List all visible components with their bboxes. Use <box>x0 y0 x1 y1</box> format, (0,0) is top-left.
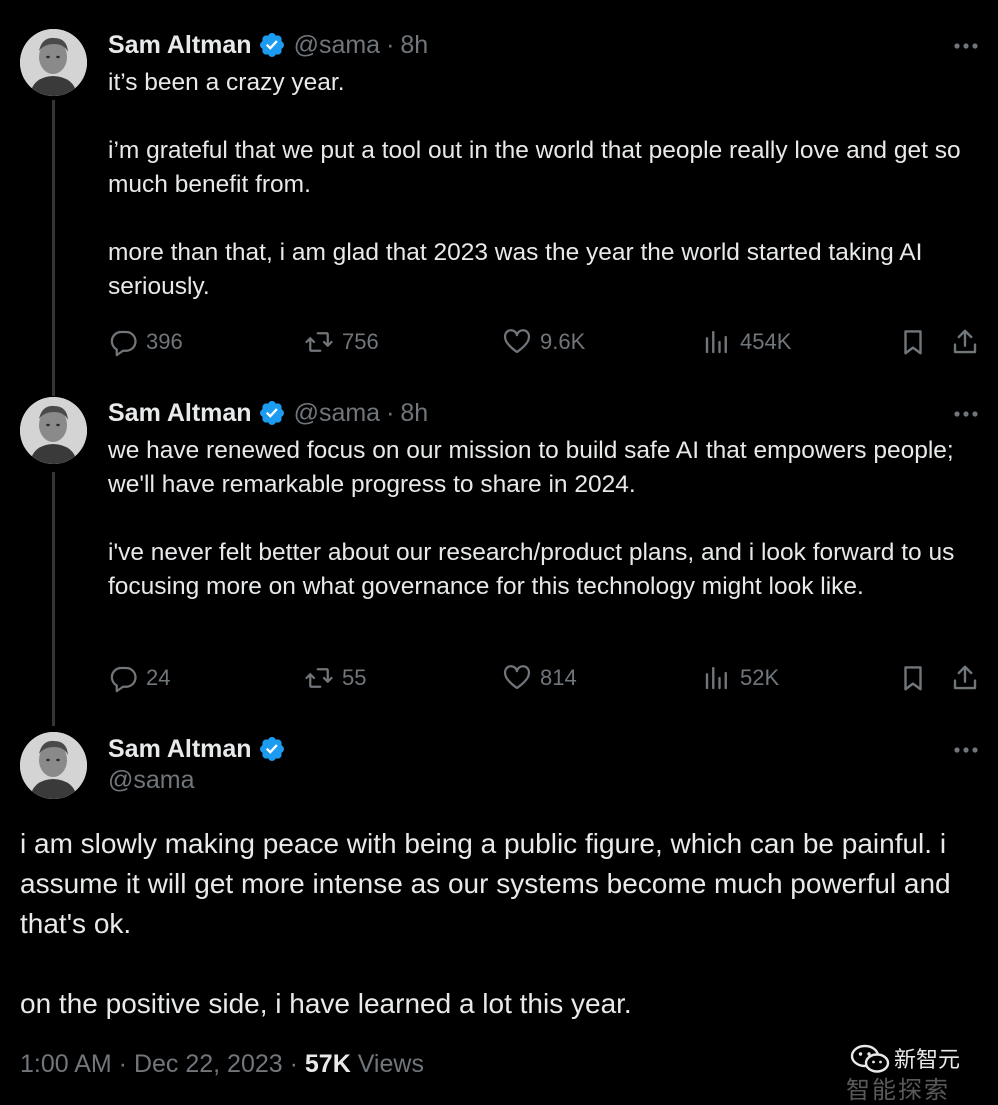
username-handle[interactable]: @sama <box>294 31 381 60</box>
views-button[interactable]: 52K <box>702 660 779 696</box>
bookmark-icon <box>904 666 922 691</box>
views-count: 57K <box>304 1050 351 1078</box>
reply-button[interactable]: 24 <box>108 660 170 696</box>
main-tweet-text: i am slowly making peace with being a pu… <box>20 824 980 1024</box>
share-icon <box>953 665 977 690</box>
like-button[interactable]: 814 <box>502 660 577 696</box>
share-button[interactable] <box>950 324 988 360</box>
analytics-icon <box>705 330 727 354</box>
relative-time[interactable]: 8h <box>400 31 428 60</box>
bookmark-button[interactable] <box>898 324 936 360</box>
username-handle[interactable]: @sama <box>108 766 195 795</box>
share-button[interactable] <box>950 660 988 696</box>
main-tweet[interactable]: Sam Altman @sama i am slowly making peac… <box>0 728 998 1100</box>
like-count: 814 <box>540 665 577 690</box>
reply-icon <box>110 666 137 693</box>
tweet-header: Sam Altman @sama · 8h <box>108 28 428 62</box>
analytics-icon <box>705 666 727 690</box>
display-name[interactable]: Sam Altman <box>108 399 252 428</box>
verified-badge-icon <box>258 399 286 427</box>
retweet-icon <box>305 332 333 352</box>
tweet-paragraph: more than that, i am glad that 2023 was … <box>108 239 923 300</box>
tweet-action-bar: 24 55 814 52K <box>108 660 980 696</box>
tweet-metadata: 1:00 AM · Dec 22, 2023 · 57K Views <box>20 1050 424 1079</box>
heart-icon <box>503 665 531 690</box>
tweet-paragraph: it’s been a crazy year. <box>108 69 345 96</box>
retweet-icon <box>305 668 333 688</box>
thread-tweet[interactable]: Sam Altman @sama · 8h it’s been a crazy … <box>0 0 998 392</box>
tweet-paragraph: i've never felt better about our researc… <box>108 539 955 600</box>
like-count: 9.6K <box>540 329 586 354</box>
tweet-paragraph: i’m grateful that we put a tool out in t… <box>108 137 961 198</box>
tweet-text: it’s been a crazy year. i’m grateful tha… <box>108 66 978 304</box>
profile-photo <box>20 397 87 464</box>
tweet-header: Sam Altman <box>108 732 294 766</box>
bookmark-icon <box>904 330 922 355</box>
profile-photo <box>20 732 87 799</box>
view-count: 454K <box>740 329 792 354</box>
bookmark-button[interactable] <box>898 660 936 696</box>
views-button[interactable]: 454K <box>702 324 791 360</box>
reply-count: 24 <box>146 665 171 690</box>
display-name[interactable]: Sam Altman <box>108 735 252 764</box>
retweet-count: 55 <box>342 665 367 690</box>
relative-time[interactable]: 8h <box>400 399 428 428</box>
view-count: 52K <box>740 665 780 690</box>
tweet-paragraph: on the positive side, i have learned a l… <box>20 988 632 1019</box>
retweet-button[interactable]: 55 <box>304 660 366 696</box>
username-handle[interactable]: @sama <box>294 399 381 428</box>
tweet-paragraph: we have renewed focus on our mission to … <box>108 437 954 498</box>
retweet-button[interactable]: 756 <box>304 324 379 360</box>
tweet-header: Sam Altman @sama · 8h <box>108 396 428 430</box>
more-options-icon[interactable] <box>952 32 980 60</box>
watermark: 新智元 智能探索 <box>846 1040 990 1104</box>
avatar[interactable] <box>20 732 87 799</box>
profile-photo <box>20 29 87 96</box>
separator-dot: · <box>386 398 395 427</box>
share-icon <box>953 329 977 354</box>
reply-icon <box>110 330 137 357</box>
tweet-text: we have renewed focus on our mission to … <box>108 434 978 604</box>
verified-badge-icon <box>258 735 286 763</box>
tweet-thread: Sam Altman @sama · 8h it’s been a crazy … <box>0 0 998 1104</box>
separator-dot: · <box>386 30 395 59</box>
avatar[interactable] <box>20 397 87 464</box>
display-name[interactable]: Sam Altman <box>108 31 252 60</box>
tweet-paragraph: i am slowly making peace with being a pu… <box>20 828 951 939</box>
tweet-timestamp[interactable]: 1:00 AM · Dec 22, 2023 · <box>20 1050 305 1078</box>
thread-tweet[interactable]: Sam Altman @sama · 8h we have renewed fo… <box>0 392 998 728</box>
reply-button[interactable]: 396 <box>108 324 183 360</box>
views-label: Views <box>350 1050 424 1078</box>
more-options-icon[interactable] <box>952 400 980 428</box>
like-button[interactable]: 9.6K <box>502 324 585 360</box>
avatar[interactable] <box>20 29 87 96</box>
tweet-action-bar: 396 756 9.6K 454K <box>108 324 980 360</box>
retweet-count: 756 <box>342 329 379 354</box>
verified-badge-icon <box>258 31 286 59</box>
more-options-icon[interactable] <box>952 736 980 764</box>
heart-icon <box>503 329 531 354</box>
reply-count: 396 <box>146 329 183 354</box>
